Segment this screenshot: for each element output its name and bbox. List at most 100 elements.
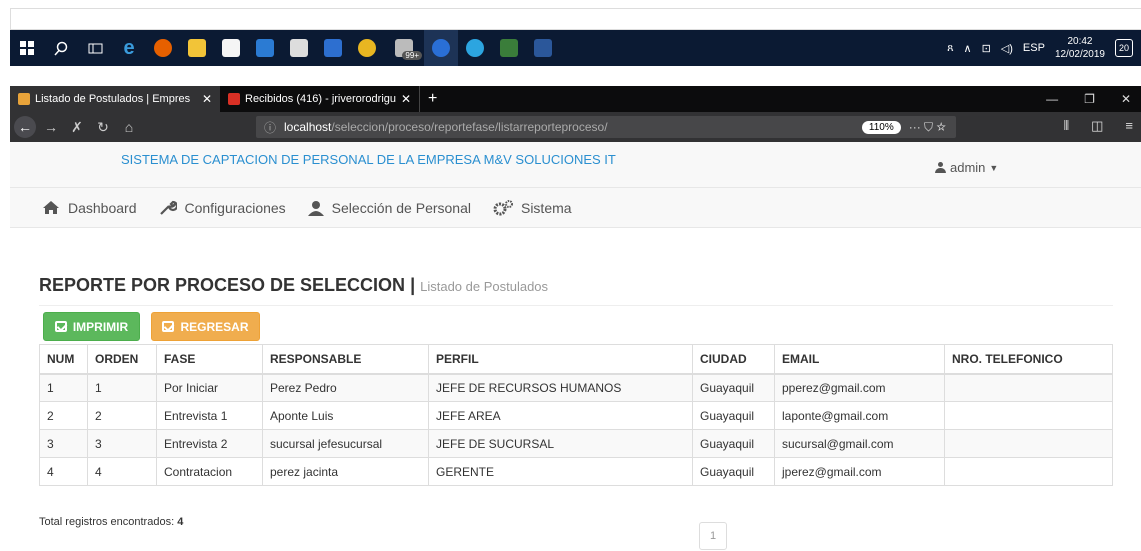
network-icon[interactable]: ⊡ <box>982 42 991 55</box>
menu-item-sistema[interactable]: Sistema <box>493 199 572 216</box>
col-fase: FASE <box>156 344 263 375</box>
home-browser-icon[interactable]: ⌂ <box>118 116 140 138</box>
library-icon[interactable]: ⫴ <box>1064 118 1069 134</box>
search-icon[interactable] <box>44 30 78 66</box>
zoom-level[interactable]: 110% <box>861 120 901 134</box>
cell-orden: 2 <box>87 401 157 430</box>
edge-icon[interactable]: e <box>112 30 146 66</box>
url-bar[interactable]: ⓘ localhost /seleccion/proceso/reportefa… <box>256 116 956 138</box>
top-blank-strip <box>10 8 1141 30</box>
col-email: EMAIL <box>774 344 945 375</box>
gears-icon <box>493 199 513 215</box>
user-menu[interactable]: admin ▼ <box>935 160 998 175</box>
tab-recibidos[interactable]: Recibidos (416) - jriverorodrigu ✕ <box>220 86 420 112</box>
cell-email: sucursal@gmail.com <box>774 429 945 458</box>
back-icon[interactable]: ← <box>14 116 36 138</box>
cell-ciudad: Guayaquil <box>692 373 775 402</box>
cell-responsable: sucursal jefesucursal <box>262 429 429 458</box>
close-window-icon[interactable]: ✕ <box>1121 92 1131 106</box>
system-tray: ጸ ∧ ⊡ ◁) ESP 20:42 12/02/2019 20 <box>947 35 1141 61</box>
table-header-row: NUM ORDEN FASE RESPONSABLE PERFIL CIUDAD… <box>39 344 1113 375</box>
cell-ciudad: Guayaquil <box>692 401 775 430</box>
keyboard-language[interactable]: ESP <box>1023 42 1045 54</box>
page-title: REPORTE POR PROCESO DE SELECCION <box>39 275 406 295</box>
tab-listado-postulados[interactable]: Listado de Postulados | Empres ✕ <box>10 86 220 112</box>
wrench-icon <box>159 200 177 215</box>
cell-telefono <box>944 373 1113 402</box>
cell-orden: 3 <box>87 429 157 458</box>
menu-item-dashboard[interactable]: Dashboard <box>42 200 137 216</box>
browser-toolbar-right: ⫴ ◫ ≡ <box>1064 118 1133 134</box>
security-icon[interactable] <box>248 30 282 66</box>
cell-num: 2 <box>39 401 88 430</box>
cell-responsable: Aponte Luis <box>262 401 429 430</box>
cell-num: 4 <box>39 457 88 486</box>
mail-icon[interactable]: 99+ <box>384 30 424 66</box>
chevron-up-icon[interactable]: ∧ <box>964 42 972 55</box>
clock[interactable]: 20:42 12/02/2019 <box>1055 35 1105 61</box>
people-icon[interactable]: ጸ <box>947 42 953 55</box>
cell-email: laponte@gmail.com <box>774 401 945 430</box>
cell-fase: Por Iniciar <box>156 373 263 402</box>
check-square-icon <box>162 321 175 332</box>
cell-ciudad: Guayaquil <box>692 429 775 458</box>
menu-item-configuraciones[interactable]: Configuraciones <box>159 200 286 216</box>
minimize-icon[interactable]: — <box>1046 92 1058 106</box>
reload-icon[interactable]: ↻ <box>92 116 114 138</box>
volume-icon[interactable]: ◁) <box>1001 42 1013 55</box>
total-records: Total registros encontrados: 4 <box>39 516 184 528</box>
windows-start-icon[interactable] <box>10 30 44 66</box>
col-ciudad: CIUDAD <box>692 344 775 375</box>
firefox-active-icon[interactable] <box>424 30 458 66</box>
cell-fase: Entrevista 2 <box>156 429 263 458</box>
word-icon[interactable] <box>526 30 560 66</box>
firefox-icon[interactable] <box>146 30 180 66</box>
print-button[interactable]: IMPRIMIR <box>43 312 140 341</box>
col-num: NUM <box>39 344 88 375</box>
cell-telefono <box>944 401 1113 430</box>
cell-telefono <box>944 457 1113 486</box>
cell-perfil: JEFE DE RECURSOS HUMANOS <box>428 373 693 402</box>
cell-orden: 4 <box>87 457 157 486</box>
col-perfil: PERFIL <box>428 344 693 375</box>
maximize-icon[interactable]: ❐ <box>1084 92 1095 106</box>
notifications-icon[interactable]: 20 <box>1115 39 1133 57</box>
url-path: /seleccion/proceso/reportefase/listarrep… <box>331 120 608 134</box>
back-button[interactable]: REGRESAR <box>151 312 260 341</box>
cell-responsable: Perez Pedro <box>262 373 429 402</box>
cell-email: pperez@gmail.com <box>774 373 945 402</box>
close-tab-icon[interactable]: ✕ <box>202 92 212 106</box>
menu-icon[interactable]: ≡ <box>1125 118 1133 134</box>
app-header: SISTEMA DE CAPTACION DE PERSONAL DE LA E… <box>10 142 1141 188</box>
wrench-tool-icon[interactable]: ✗ <box>66 116 88 138</box>
user-name: admin <box>950 160 986 175</box>
col-telefono: NRO. TELEFONICO <box>944 344 1113 375</box>
chrome-icon[interactable] <box>350 30 384 66</box>
sidebar-icon[interactable]: ◫ <box>1091 118 1103 134</box>
store-icon[interactable] <box>214 30 248 66</box>
menu-item-seleccion-personal[interactable]: Selección de Personal <box>307 200 471 216</box>
cell-num: 3 <box>39 429 88 458</box>
page-subtitle: Listado de Postulados <box>420 279 549 294</box>
media-player-icon[interactable] <box>316 30 350 66</box>
new-tab-button[interactable]: + <box>420 90 445 108</box>
home-icon <box>43 201 59 214</box>
page-actions[interactable]: ··· ⛉ ☆ <box>909 120 946 135</box>
main-menu: Dashboard Configuraciones Selección de P… <box>10 188 1141 228</box>
app-icon[interactable] <box>492 30 526 66</box>
window-controls: — ❐ ✕ <box>1046 92 1141 106</box>
browser-tab-bar: Listado de Postulados | Empres ✕ Recibid… <box>10 86 1141 112</box>
calculator-icon[interactable] <box>282 30 316 66</box>
forward-icon[interactable]: → <box>40 116 62 138</box>
telegram-icon[interactable] <box>458 30 492 66</box>
task-view-icon[interactable] <box>78 30 112 66</box>
file-explorer-icon[interactable] <box>180 30 214 66</box>
cell-perfil: GERENTE <box>428 457 693 486</box>
info-icon[interactable]: ⓘ <box>264 119 276 136</box>
cell-fase: Entrevista 1 <box>156 401 263 430</box>
cell-email: jperez@gmail.com <box>774 457 945 486</box>
pagination-page[interactable]: 1 <box>699 522 727 550</box>
check-square-icon <box>54 321 67 332</box>
close-tab-icon[interactable]: ✕ <box>401 92 411 106</box>
clock-time: 20:42 <box>1067 36 1093 47</box>
